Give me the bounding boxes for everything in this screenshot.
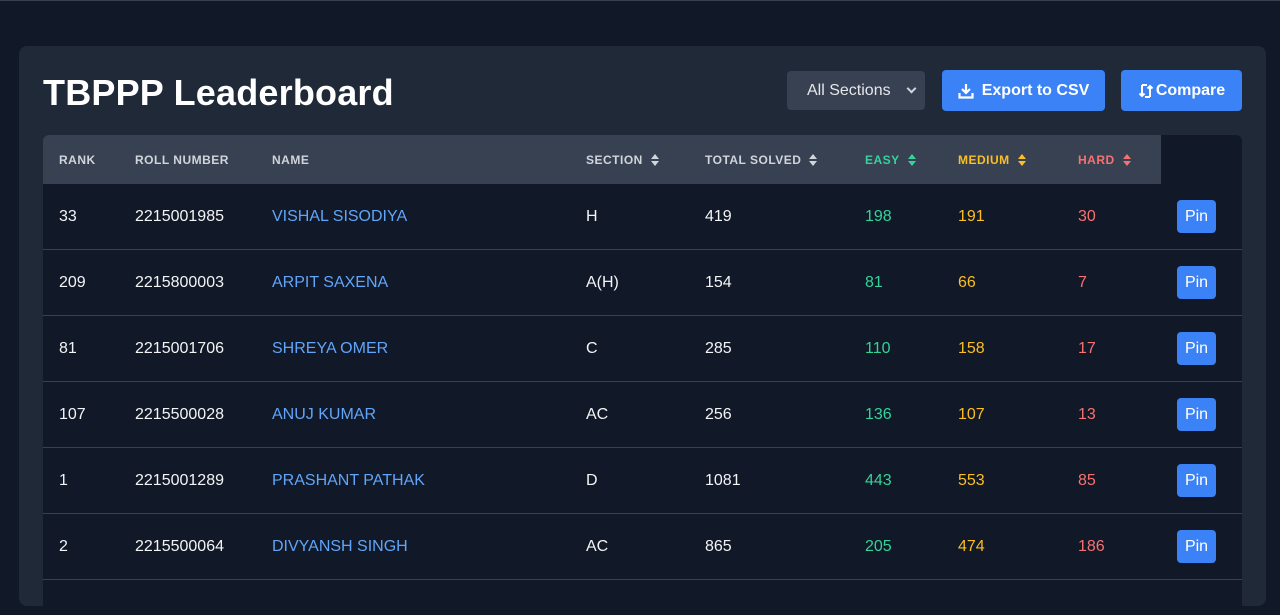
rank-cell: 2 [59,538,68,555]
column-header-name: NAME [272,153,310,167]
medium-count-cell: 553 [958,472,985,489]
download-icon [958,83,974,99]
total-solved-cell: 154 [705,274,732,291]
student-name-link[interactable]: ANUJ KUMAR [272,406,376,424]
table-header: RANK ROLL NUMBER NAME SECTION TOTAL SOLV… [43,135,1161,184]
hard-count-cell: 17 [1078,340,1096,357]
pin-button[interactable]: Pin [1177,530,1216,563]
medium-count-cell: 474 [958,538,985,555]
pin-button[interactable]: Pin [1177,398,1216,431]
rank-cell: 209 [59,274,86,291]
easy-count-cell: 205 [865,538,892,555]
sort-icon[interactable] [809,154,818,166]
total-solved-cell: 285 [705,340,732,357]
pin-button[interactable]: Pin [1177,200,1216,233]
section-filter-value: All Sections [807,81,891,99]
easy-count-cell: 198 [865,208,892,225]
roll-number-cell: 2215001289 [135,472,224,489]
student-name-link[interactable]: VISHAL SISODIYA [272,208,407,226]
rank-cell: 1 [59,472,68,489]
rank-cell: 81 [59,340,77,357]
column-header-total-solved[interactable]: TOTAL SOLVED [705,153,818,167]
table-row: 2 2215500064 DIVYANSH SINGH AC 865 205 4… [43,514,1242,580]
export-csv-button[interactable]: Export to CSV [942,70,1105,111]
student-name-link[interactable]: PRASHANT PATHAK [272,472,425,490]
sort-icon[interactable] [907,154,916,166]
hard-count-cell: 13 [1078,406,1096,423]
table-row: 1 2215001289 PRASHANT PATHAK D 1081 443 … [43,448,1242,514]
hard-count-cell: 186 [1078,538,1105,555]
easy-count-cell: 136 [865,406,892,423]
section-cell: AC [586,406,609,423]
medium-count-cell: 158 [958,340,985,357]
table-row: 33 2215001985 VISHAL SISODIYA H 419 198 … [43,184,1242,250]
leaderboard-table: RANK ROLL NUMBER NAME SECTION TOTAL SOLV… [43,135,1242,615]
section-cell: D [586,472,598,489]
pin-button[interactable]: Pin [1177,464,1216,497]
section-cell: AC [586,538,609,555]
easy-count-cell: 443 [865,472,892,489]
section-cell: H [586,208,598,225]
top-divider [0,0,1280,1]
roll-number-cell: 2215001706 [135,340,224,357]
table-row: 209 2215800003 ARPIT SAXENA A(H) 154 81 … [43,250,1242,316]
chevron-down-icon [906,83,917,94]
section-cell: A(H) [586,274,619,291]
sort-icon[interactable] [1017,154,1026,166]
pin-button[interactable]: Pin [1177,266,1216,299]
medium-count-cell: 66 [958,274,976,291]
column-header-section[interactable]: SECTION [586,153,659,167]
hard-count-cell: 85 [1078,472,1096,489]
easy-count-cell: 81 [865,274,883,291]
rank-cell: 33 [59,208,77,225]
column-header-easy[interactable]: EASY [865,153,916,167]
page-title: TBPPP Leaderboard [43,72,394,113]
total-solved-cell: 1081 [705,472,741,489]
table-row: 81 2215001706 SHREYA OMER C 285 110 158 … [43,316,1242,382]
compare-arrows-icon [1138,83,1154,98]
total-solved-cell: 419 [705,208,732,225]
roll-number-cell: 2215800003 [135,274,224,291]
sort-icon[interactable] [650,154,659,166]
roll-number-cell: 2215500064 [135,538,224,555]
hard-count-cell: 30 [1078,208,1096,225]
column-header-hard[interactable]: HARD [1078,153,1131,167]
roll-number-cell: 2215001985 [135,208,224,225]
medium-count-cell: 107 [958,406,985,423]
column-header-roll-number: ROLL NUMBER [135,153,229,167]
leaderboard-card: TBPPP Leaderboard All Sections Export to… [19,46,1266,615]
table-row: 107 2215500028 ANUJ KUMAR AC 256 136 107… [43,382,1242,448]
compare-label: Compare [1155,81,1226,99]
column-header-rank: RANK [59,153,96,167]
medium-count-cell: 191 [958,208,985,225]
student-name-link[interactable]: ARPIT SAXENA [272,274,388,292]
total-solved-cell: 256 [705,406,732,423]
hard-count-cell: 7 [1078,274,1087,291]
student-name-link[interactable]: SHREYA OMER [272,340,388,358]
column-header-medium[interactable]: MEDIUM [958,153,1026,167]
roll-number-cell: 2215500028 [135,406,224,423]
pin-button[interactable]: Pin [1177,332,1216,365]
easy-count-cell: 110 [865,340,891,357]
section-filter-select[interactable]: All Sections [787,71,925,110]
compare-button[interactable]: Compare [1121,70,1242,111]
sort-icon[interactable] [1122,154,1131,166]
rank-cell: 107 [59,406,86,423]
total-solved-cell: 865 [705,538,732,555]
export-csv-label: Export to CSV [981,81,1090,99]
section-cell: C [586,340,598,357]
student-name-link[interactable]: DIVYANSH SINGH [272,538,408,556]
